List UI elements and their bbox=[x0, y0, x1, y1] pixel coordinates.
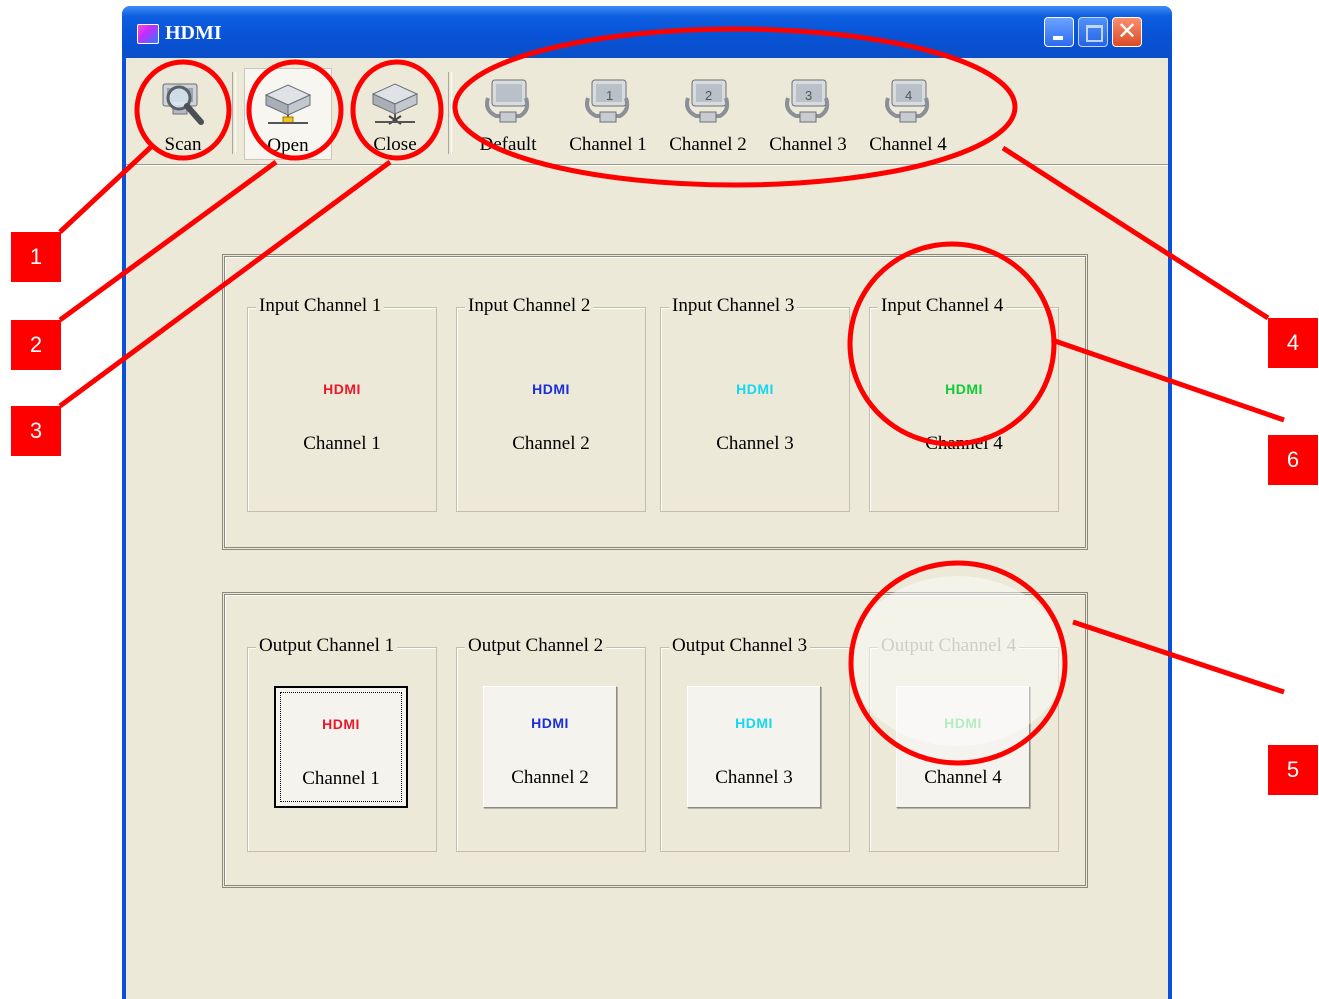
svg-text:1: 1 bbox=[606, 88, 613, 103]
maximize-button[interactable] bbox=[1078, 17, 1108, 47]
output-channel-2-button[interactable]: HDMI Channel 2 bbox=[483, 686, 617, 808]
device-open-icon bbox=[264, 84, 312, 124]
hdmi-logo: HDMI bbox=[735, 715, 773, 731]
channel-3-label: Channel 3 bbox=[769, 134, 847, 155]
monitor-channel-4-icon: 4 bbox=[885, 79, 930, 123]
channel-4-label: Channel 4 bbox=[869, 134, 947, 155]
channel-4-button[interactable]: 4 Channel 4 bbox=[862, 68, 954, 160]
output-channel-2-legend: Output Channel 2 bbox=[465, 635, 607, 657]
output-channel-2-group: Output Channel 2 HDMI Channel 2 bbox=[456, 635, 646, 852]
output-channel-3-legend: Output Channel 3 bbox=[669, 635, 811, 657]
input-channel-3-name: Channel 3 bbox=[716, 433, 794, 454]
svg-text:4: 4 bbox=[905, 88, 912, 103]
input-channel-3-group: Input Channel 3 HDMI Channel 3 bbox=[660, 295, 850, 512]
annotation-badge-4: 4 bbox=[1268, 318, 1318, 368]
svg-text:2: 2 bbox=[705, 88, 712, 103]
scan-magnifier-icon bbox=[162, 83, 204, 125]
title-bar[interactable]: HDMI ✕ bbox=[122, 6, 1172, 58]
channel-2-button[interactable]: 2 Channel 2 bbox=[662, 68, 754, 160]
monitor-channel-1-icon: 1 bbox=[585, 79, 630, 123]
toolbar: Scan Open Close Default 1 Channel 1 2 Ch… bbox=[126, 58, 1168, 165]
input-channel-4-name: Channel 4 bbox=[925, 433, 1003, 454]
close-device-button[interactable]: Close bbox=[354, 68, 436, 160]
annotation-badge-1: 1 bbox=[11, 232, 61, 282]
monitor-channel-3-icon: 3 bbox=[785, 79, 830, 123]
output-channel-1-group: Output Channel 1 HDMI Channel 1 bbox=[247, 635, 437, 852]
annotation-badge-3: 3 bbox=[11, 406, 61, 456]
window-title: HDMI bbox=[165, 22, 222, 44]
output-channel-2-name: Channel 2 bbox=[511, 767, 589, 788]
annotation-badge-2: 2 bbox=[11, 320, 61, 370]
channel-1-label: Channel 1 bbox=[569, 134, 647, 155]
input-channel-4-legend: Input Channel 4 bbox=[878, 295, 1007, 317]
hdmi-logo: HDMI bbox=[322, 716, 360, 732]
scan-label: Scan bbox=[164, 134, 202, 155]
input-channels-panel: Input Channel 1 HDMI Channel 1 Input Cha… bbox=[222, 254, 1088, 550]
hdmi-logo: HDMI bbox=[323, 381, 361, 397]
input-channel-2-name: Channel 2 bbox=[512, 433, 590, 454]
output-channel-1-legend: Output Channel 1 bbox=[256, 635, 398, 657]
monitor-channel-2-icon: 2 bbox=[685, 79, 730, 123]
highlight-glare bbox=[850, 576, 1065, 746]
minimize-button[interactable] bbox=[1044, 17, 1074, 47]
channel-3-button[interactable]: 3 Channel 3 bbox=[762, 68, 854, 160]
app-icon bbox=[137, 24, 159, 44]
monitor-default-icon bbox=[485, 79, 530, 123]
close-window-button[interactable]: ✕ bbox=[1112, 17, 1142, 47]
output-channel-3-group: Output Channel 3 HDMI Channel 3 bbox=[660, 635, 850, 852]
annotation-badge-6: 6 bbox=[1268, 435, 1318, 485]
close-icon: ✕ bbox=[1116, 17, 1138, 45]
channel-1-button[interactable]: 1 Channel 1 bbox=[562, 68, 654, 160]
hdmi-window: HDMI ✕ Scan Open Close Default 1 Channel… bbox=[122, 6, 1172, 999]
toolbar-separator bbox=[448, 72, 452, 154]
hdmi-logo: HDMI bbox=[945, 381, 983, 397]
output-channel-3-name: Channel 3 bbox=[715, 767, 793, 788]
input-channel-3-legend: Input Channel 3 bbox=[669, 295, 798, 317]
svg-text:3: 3 bbox=[805, 88, 812, 103]
close-label: Close bbox=[373, 134, 417, 155]
input-channel-1-name: Channel 1 bbox=[303, 433, 381, 454]
default-button[interactable]: Default bbox=[462, 68, 554, 160]
annotation-badge-5: 5 bbox=[1268, 745, 1318, 795]
client-area: Scan Open Close Default 1 Channel 1 2 Ch… bbox=[126, 58, 1168, 999]
input-channel-2-legend: Input Channel 2 bbox=[465, 295, 594, 317]
output-channel-1-button[interactable]: HDMI Channel 1 bbox=[274, 686, 408, 808]
input-channel-1-group: Input Channel 1 HDMI Channel 1 bbox=[247, 295, 437, 512]
default-label: Default bbox=[479, 134, 537, 155]
open-label: Open bbox=[267, 135, 309, 156]
output-channel-4-name: Channel 4 bbox=[924, 767, 1002, 788]
input-channel-4-group: Input Channel 4 HDMI Channel 4 bbox=[869, 295, 1059, 512]
output-channel-3-button[interactable]: HDMI Channel 3 bbox=[687, 686, 821, 808]
input-channel-1-legend: Input Channel 1 bbox=[256, 295, 385, 317]
hdmi-logo: HDMI bbox=[531, 715, 569, 731]
scan-button[interactable]: Scan bbox=[142, 68, 224, 160]
output-channel-1-name: Channel 1 bbox=[302, 768, 380, 789]
hdmi-logo: HDMI bbox=[736, 381, 774, 397]
device-close-icon bbox=[371, 83, 419, 125]
toolbar-separator bbox=[232, 72, 236, 154]
open-button[interactable]: Open bbox=[244, 68, 332, 160]
input-channel-2-group: Input Channel 2 HDMI Channel 2 bbox=[456, 295, 646, 512]
channel-2-label: Channel 2 bbox=[669, 134, 747, 155]
hdmi-logo: HDMI bbox=[532, 381, 570, 397]
